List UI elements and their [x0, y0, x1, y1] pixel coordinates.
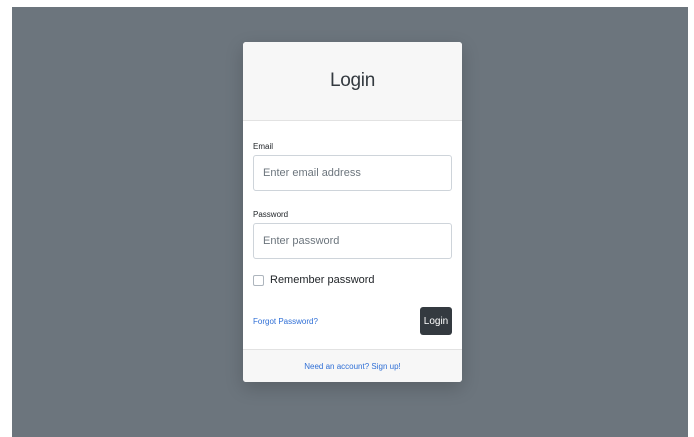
card-header: Login: [243, 42, 462, 121]
password-label: Password: [253, 210, 289, 219]
forgot-password-link[interactable]: Forgot Password?: [253, 317, 318, 326]
page-title: Login: [330, 70, 375, 91]
signup-link[interactable]: Need an account? Sign up!: [304, 362, 401, 371]
password-field[interactable]: [253, 223, 452, 259]
remember-password-checkbox[interactable]: [253, 274, 264, 286]
login-form: Email Password Remember password Forgot …: [243, 121, 462, 350]
remember-password-row[interactable]: Remember password: [253, 274, 375, 286]
email-field[interactable]: [253, 155, 452, 191]
login-card: Login Email Password Remember password F…: [243, 42, 462, 382]
remember-password-label[interactable]: Remember password: [270, 274, 375, 286]
email-label: Email: [253, 142, 274, 151]
login-button[interactable]: Login: [420, 307, 452, 335]
card-footer: Need an account? Sign up!: [243, 349, 462, 382]
